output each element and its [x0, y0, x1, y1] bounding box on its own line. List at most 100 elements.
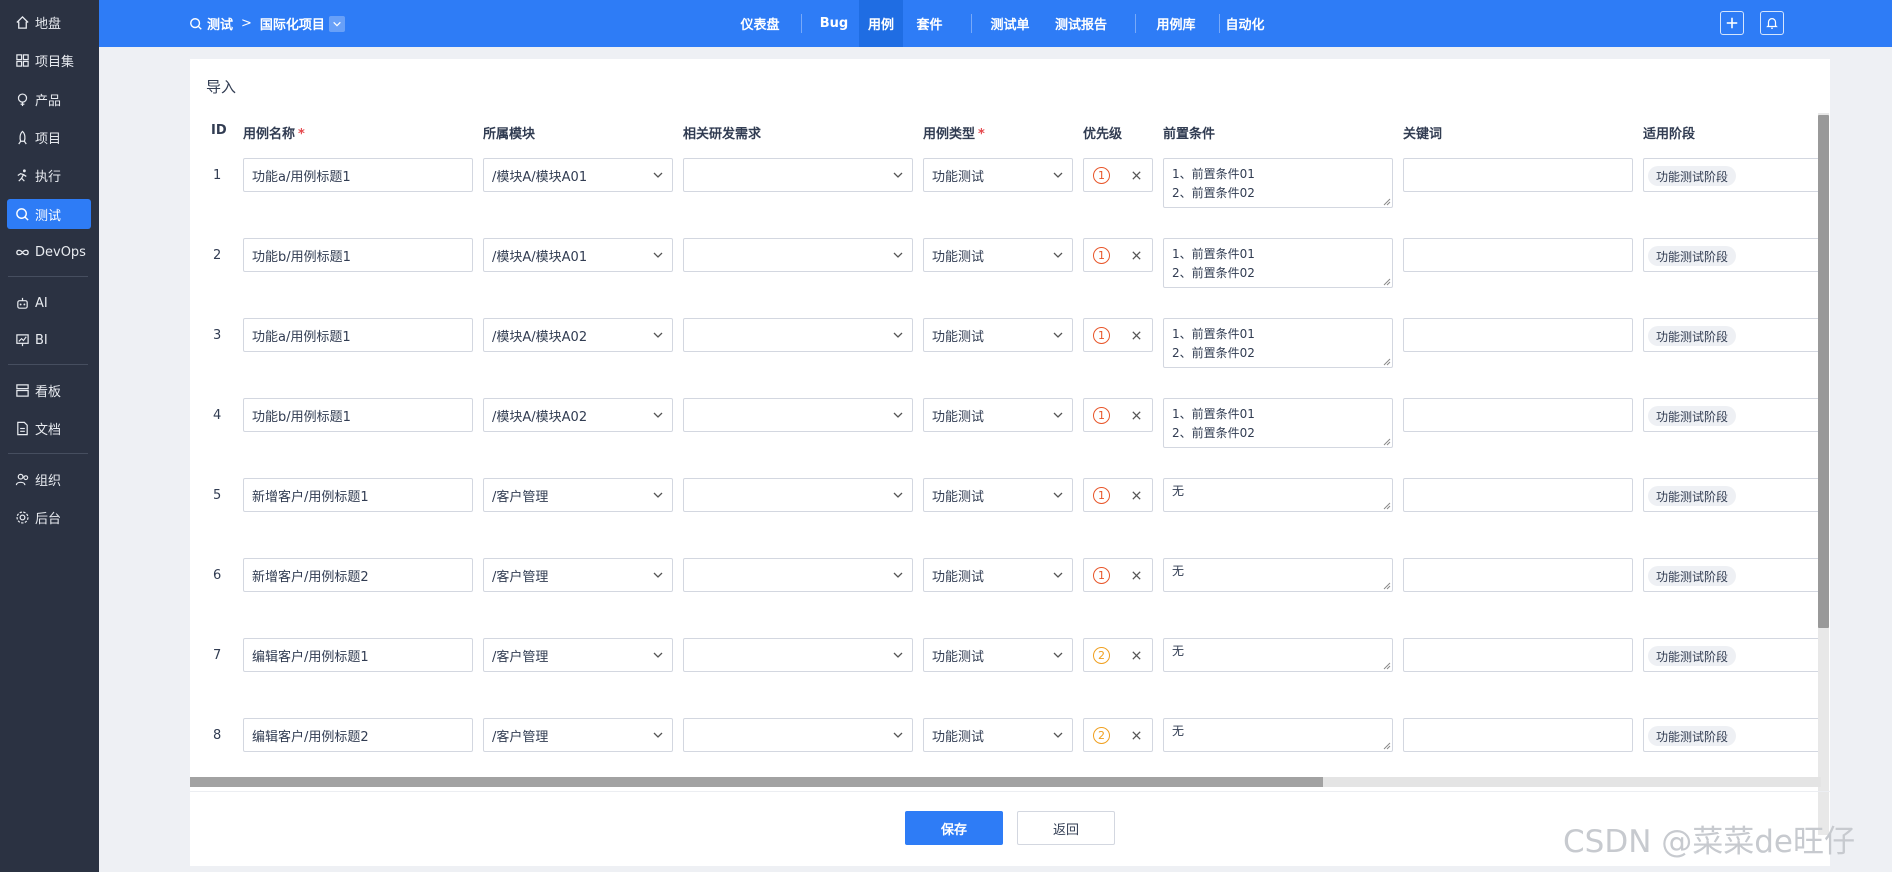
precondition-textarea[interactable]: 1、前置条件01 2、前置条件02 — [1163, 398, 1393, 448]
breadcrumb-module[interactable]: 测试 — [207, 14, 233, 33]
keywords-input[interactable] — [1403, 718, 1633, 752]
module-select[interactable]: /客户管理 — [483, 478, 673, 512]
stage-select[interactable]: 功能测试阶段 — [1643, 318, 1821, 352]
case-type-select[interactable]: 功能测试 — [923, 478, 1073, 512]
priority-picker[interactable]: 1 — [1083, 398, 1153, 432]
priority-picker[interactable]: 1 — [1083, 478, 1153, 512]
keywords-input[interactable] — [1403, 158, 1633, 192]
stage-select[interactable]: 功能测试阶段 — [1643, 558, 1821, 592]
precondition-textarea[interactable]: 无 — [1163, 558, 1393, 592]
precondition-textarea[interactable]: 1、前置条件01 2、前置条件02 — [1163, 158, 1393, 208]
clear-priority-icon[interactable] — [1128, 327, 1144, 343]
notification-button[interactable] — [1760, 11, 1784, 35]
vertical-scrollbar-thumb[interactable] — [1818, 115, 1829, 628]
priority-picker[interactable]: 1 — [1083, 238, 1153, 272]
keywords-input[interactable] — [1403, 318, 1633, 352]
precondition-textarea[interactable]: 1、前置条件01 2、前置条件02 — [1163, 238, 1393, 288]
priority-picker[interactable]: 1 — [1083, 318, 1153, 352]
sidebar-item-people[interactable]: 组织 — [7, 464, 91, 494]
precondition-textarea[interactable]: 无 — [1163, 718, 1393, 752]
sidebar-item-home[interactable]: 地盘 — [7, 7, 91, 37]
clear-priority-icon[interactable] — [1128, 407, 1144, 423]
case-type-select[interactable]: 功能测试 — [923, 718, 1073, 752]
story-select[interactable] — [683, 318, 913, 352]
sidebar-item-search[interactable]: 测试 — [7, 199, 91, 229]
nav-tab-6[interactable]: 用例库 — [1147, 0, 1205, 47]
stage-select[interactable]: 功能测试阶段 — [1643, 158, 1821, 192]
create-button[interactable] — [1720, 11, 1744, 35]
sidebar-item-grid[interactable]: 项目集 — [7, 45, 91, 75]
sidebar-item-bulb[interactable]: 产品 — [7, 84, 91, 114]
case-name-input[interactable]: 功能a/用例标题1 — [243, 318, 473, 352]
clear-priority-icon[interactable] — [1128, 247, 1144, 263]
module-select[interactable]: /模块A/模块A02 — [483, 398, 673, 432]
case-type-select[interactable]: 功能测试 — [923, 398, 1073, 432]
sidebar-item-board[interactable]: 看板 — [7, 375, 91, 405]
priority-picker[interactable]: 1 — [1083, 158, 1153, 192]
stage-select[interactable]: 功能测试阶段 — [1643, 238, 1821, 272]
back-button[interactable]: 返回 — [1017, 811, 1115, 845]
stage-select[interactable]: 功能测试阶段 — [1643, 398, 1821, 432]
nav-tab-4[interactable]: 测试单 — [983, 0, 1037, 47]
story-select[interactable] — [683, 158, 913, 192]
breadcrumb-project[interactable]: 国际化项目 — [260, 14, 325, 33]
sidebar-item-gear[interactable]: 后台 — [7, 502, 91, 532]
case-name-input[interactable]: 功能b/用例标题1 — [243, 238, 473, 272]
keywords-input[interactable] — [1403, 238, 1633, 272]
precondition-textarea[interactable]: 无 — [1163, 478, 1393, 512]
module-select[interactable]: /客户管理 — [483, 718, 673, 752]
sidebar-item-chart[interactable]: BI — [7, 325, 91, 355]
module-select[interactable]: /客户管理 — [483, 558, 673, 592]
stage-select[interactable]: 功能测试阶段 — [1643, 718, 1821, 752]
clear-priority-icon[interactable] — [1128, 487, 1144, 503]
precondition-textarea[interactable]: 1、前置条件01 2、前置条件02 — [1163, 318, 1393, 368]
module-select[interactable]: /模块A/模块A02 — [483, 318, 673, 352]
nav-tab-2[interactable]: 用例 — [859, 0, 903, 47]
clear-priority-icon[interactable] — [1128, 727, 1144, 743]
module-select[interactable]: /模块A/模块A01 — [483, 158, 673, 192]
save-button[interactable]: 保存 — [905, 811, 1003, 845]
stage-select[interactable]: 功能测试阶段 — [1643, 478, 1821, 512]
case-name-input[interactable]: 新增客户/用例标题2 — [243, 558, 473, 592]
case-type-select[interactable]: 功能测试 — [923, 158, 1073, 192]
clear-priority-icon[interactable] — [1128, 567, 1144, 583]
story-select[interactable] — [683, 558, 913, 592]
sidebar-item-robot[interactable]: AI — [7, 288, 91, 318]
case-name-input[interactable]: 新增客户/用例标题1 — [243, 478, 473, 512]
module-select[interactable]: /模块A/模块A01 — [483, 238, 673, 272]
case-type-select[interactable]: 功能测试 — [923, 558, 1073, 592]
keywords-input[interactable] — [1403, 478, 1633, 512]
stage-select[interactable]: 功能测试阶段 — [1643, 638, 1821, 672]
precondition-textarea[interactable]: 无 — [1163, 638, 1393, 672]
case-name-input[interactable]: 功能b/用例标题1 — [243, 398, 473, 432]
priority-picker[interactable]: 1 — [1083, 558, 1153, 592]
nav-tab-5[interactable]: 测试报告 — [1042, 0, 1120, 47]
horizontal-scrollbar-thumb[interactable] — [190, 777, 1323, 787]
module-select[interactable]: /客户管理 — [483, 638, 673, 672]
nav-tab-0[interactable]: 仪表盘 — [727, 0, 793, 47]
case-name-input[interactable]: 编辑客户/用例标题2 — [243, 718, 473, 752]
sidebar-item-rocket[interactable]: 项目 — [7, 122, 91, 152]
project-dropdown-button[interactable] — [328, 15, 345, 32]
story-select[interactable] — [683, 238, 913, 272]
story-select[interactable] — [683, 718, 913, 752]
case-name-input[interactable]: 功能a/用例标题1 — [243, 158, 473, 192]
keywords-input[interactable] — [1403, 558, 1633, 592]
priority-picker[interactable]: 2 — [1083, 638, 1153, 672]
clear-priority-icon[interactable] — [1128, 647, 1144, 663]
sidebar-item-run[interactable]: 执行 — [7, 160, 91, 190]
story-select[interactable] — [683, 398, 913, 432]
case-type-select[interactable]: 功能测试 — [923, 238, 1073, 272]
keywords-input[interactable] — [1403, 638, 1633, 672]
case-name-input[interactable]: 编辑客户/用例标题1 — [243, 638, 473, 672]
case-type-select[interactable]: 功能测试 — [923, 638, 1073, 672]
nav-tab-1[interactable]: Bug — [812, 0, 856, 47]
priority-picker[interactable]: 2 — [1083, 718, 1153, 752]
case-type-select[interactable]: 功能测试 — [923, 318, 1073, 352]
story-select[interactable] — [683, 638, 913, 672]
sidebar-item-infinity[interactable]: DevOps — [7, 237, 91, 267]
clear-priority-icon[interactable] — [1128, 167, 1144, 183]
keywords-input[interactable] — [1403, 398, 1633, 432]
story-select[interactable] — [683, 478, 913, 512]
nav-tab-7[interactable]: 自动化 — [1212, 0, 1278, 47]
